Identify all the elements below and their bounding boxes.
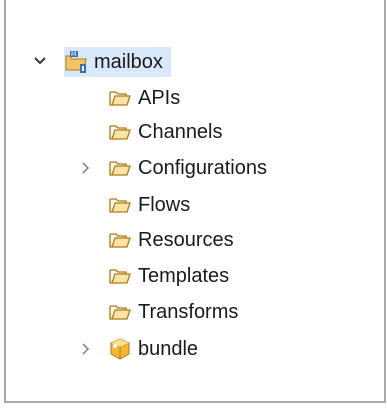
- tree-item-label: Templates: [138, 265, 230, 287]
- tree-item-bundle[interactable]: bundle: [108, 334, 198, 364]
- chevron-right-icon[interactable]: [79, 161, 93, 175]
- project-tree: M mailbox APIs Channels Configurations F…: [0, 0, 387, 408]
- svg-text:M: M: [71, 51, 76, 58]
- folder-open-icon: [108, 120, 132, 144]
- tree-item-templates[interactable]: Templates: [108, 261, 229, 291]
- folder-open-icon: [108, 228, 132, 252]
- folder-open-icon: [108, 156, 132, 180]
- tree-item-transforms[interactable]: Transforms: [108, 297, 238, 327]
- tree-item-label: bundle: [138, 338, 199, 360]
- folder-open-icon: [108, 86, 132, 110]
- tree-item-flows[interactable]: Flows: [108, 190, 190, 220]
- project-folder-icon: M: [64, 50, 88, 74]
- folder-open-icon: [108, 264, 132, 288]
- tree-item-configurations[interactable]: Configurations: [108, 153, 267, 183]
- tree-item-label: APIs: [138, 87, 181, 109]
- tree-panel: M mailbox APIs Channels Configurations F…: [0, 0, 387, 408]
- chevron-right-icon[interactable]: [79, 342, 93, 356]
- tree-item-apis[interactable]: APIs: [108, 83, 180, 113]
- tree-item-label: mailbox: [94, 51, 163, 73]
- tree-item-mailbox[interactable]: M mailbox: [64, 47, 171, 77]
- tree-item-label: Transforms: [138, 301, 239, 323]
- folder-open-icon: [108, 300, 132, 324]
- tree-item-label: Channels: [138, 121, 223, 143]
- chevron-down-icon[interactable]: [33, 54, 47, 68]
- tree-item-resources[interactable]: Resources: [108, 225, 234, 255]
- folder-open-icon: [108, 193, 132, 217]
- bundle-icon: [108, 337, 132, 361]
- tree-item-label: Flows: [138, 194, 191, 216]
- tree-item-label: Resources: [138, 229, 234, 251]
- tree-item-channels[interactable]: Channels: [108, 117, 223, 147]
- tree-item-label: Configurations: [138, 157, 267, 179]
